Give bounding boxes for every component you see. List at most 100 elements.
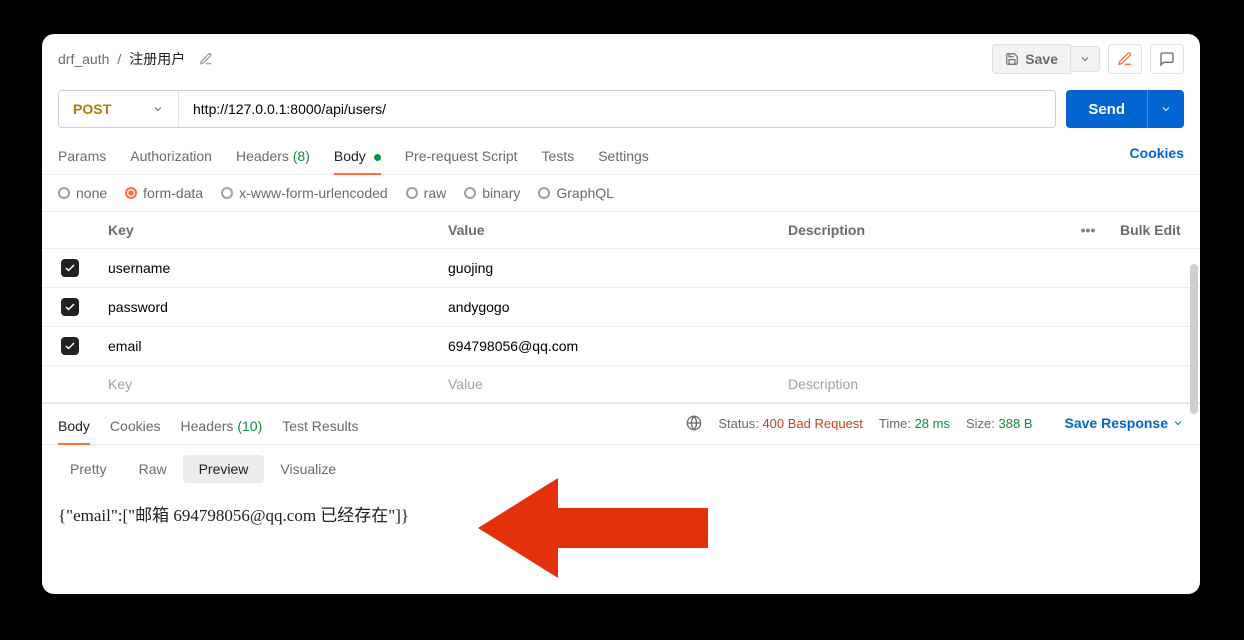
- value-input[interactable]: [448, 260, 768, 276]
- body-type-row: none form-data x-www-form-urlencoded raw…: [42, 175, 1200, 211]
- save-dropdown[interactable]: [1071, 46, 1100, 72]
- chevron-down-icon: [1079, 53, 1091, 65]
- send-dropdown[interactable]: [1147, 90, 1184, 128]
- tab-headers[interactable]: Headers (8): [236, 142, 310, 174]
- radio-raw-label: raw: [424, 185, 447, 201]
- view-preview[interactable]: Preview: [183, 455, 265, 483]
- key-input[interactable]: [108, 260, 428, 276]
- radio-none[interactable]: none: [58, 185, 107, 201]
- edit-button[interactable]: [1108, 44, 1142, 74]
- send-group: Send: [1066, 90, 1184, 128]
- row-checkbox[interactable]: [61, 298, 79, 316]
- view-visualize[interactable]: Visualize: [264, 455, 352, 483]
- radio-graphql-label: GraphQL: [556, 185, 614, 201]
- rename-icon[interactable]: [199, 52, 213, 66]
- radio-binary-label: binary: [482, 185, 520, 201]
- time-label: Time:: [879, 416, 911, 431]
- rtab-body[interactable]: Body: [58, 412, 90, 444]
- size-label: Size:: [966, 416, 995, 431]
- method-dropdown[interactable]: POST: [59, 91, 179, 127]
- key-input[interactable]: [108, 299, 428, 315]
- radio-binary[interactable]: binary: [464, 185, 520, 201]
- tab-settings[interactable]: Settings: [598, 142, 649, 174]
- row-checkbox[interactable]: [61, 337, 79, 355]
- save-button[interactable]: Save: [992, 44, 1071, 74]
- table-row-empty: [42, 366, 1200, 403]
- tab-body[interactable]: Body: [334, 142, 381, 174]
- urlbar-row: POST Send: [42, 82, 1200, 136]
- tab-params[interactable]: Params: [58, 142, 106, 174]
- save-response-label: Save Response: [1065, 415, 1169, 431]
- tab-headers-label: Headers: [236, 148, 289, 164]
- radio-graphql[interactable]: GraphQL: [538, 185, 614, 201]
- size-value: 388 B: [999, 416, 1033, 431]
- radio-none-label: none: [76, 185, 107, 201]
- chevron-down-icon: [1172, 417, 1184, 429]
- bulk-edit-button[interactable]: Bulk Edit: [1110, 212, 1200, 248]
- radio-icon: [221, 187, 233, 199]
- table-body: [42, 249, 1200, 403]
- rtab-headers-label: Headers: [181, 418, 234, 434]
- response-status: Status: 400 Bad Request Time: 28 ms Size…: [686, 415, 1032, 441]
- rtab-headers[interactable]: Headers (10): [181, 412, 263, 444]
- key-input[interactable]: [108, 376, 428, 392]
- check-icon: [64, 340, 76, 352]
- head-value: Value: [438, 212, 778, 248]
- scrollbar[interactable]: [1190, 264, 1198, 414]
- comment-icon: [1159, 51, 1175, 67]
- value-input[interactable]: [448, 299, 768, 315]
- time-value: 28 ms: [915, 416, 950, 431]
- key-input[interactable]: [108, 338, 428, 354]
- radio-xform-label: x-www-form-urlencoded: [239, 185, 388, 201]
- postman-window: drf_auth / 注册用户 Save POST: [42, 34, 1200, 594]
- rtab-testresults[interactable]: Test Results: [282, 412, 358, 444]
- save-response-button[interactable]: Save Response: [1065, 415, 1185, 441]
- url-input[interactable]: [179, 91, 1055, 127]
- desc-input[interactable]: [788, 338, 1056, 354]
- desc-input[interactable]: [788, 376, 1056, 392]
- rtab-headers-count: (10): [237, 418, 262, 434]
- check-icon: [64, 301, 76, 313]
- urlbar: POST: [58, 90, 1056, 128]
- response-body: {"email":["邮箱 694798056@qq.com 已经存在"]}: [42, 493, 1200, 546]
- comment-button[interactable]: [1150, 44, 1184, 74]
- send-button[interactable]: Send: [1066, 90, 1147, 128]
- save-group: Save: [992, 44, 1100, 74]
- save-label: Save: [1025, 51, 1058, 67]
- radio-formdata[interactable]: form-data: [125, 185, 203, 201]
- view-pretty[interactable]: Pretty: [54, 455, 123, 483]
- tab-body-label: Body: [334, 148, 366, 164]
- form-table: Key Value Description ••• Bulk Edit: [42, 211, 1200, 403]
- tab-prerequest[interactable]: Pre-request Script: [405, 142, 518, 174]
- table-header: Key Value Description ••• Bulk Edit: [42, 212, 1200, 249]
- topbar: drf_auth / 注册用户 Save: [42, 34, 1200, 82]
- table-row: [42, 327, 1200, 366]
- cookies-link[interactable]: Cookies: [1130, 145, 1184, 171]
- status-value: 400 Bad Request: [762, 416, 862, 431]
- rtab-cookies[interactable]: Cookies: [110, 412, 161, 444]
- view-raw[interactable]: Raw: [123, 455, 183, 483]
- radio-icon: [464, 187, 476, 199]
- tab-tests[interactable]: Tests: [542, 142, 575, 174]
- desc-input[interactable]: [788, 299, 1056, 315]
- save-icon: [1005, 52, 1019, 66]
- radio-icon: [58, 187, 70, 199]
- desc-input[interactable]: [788, 260, 1056, 276]
- more-columns-button[interactable]: •••: [1066, 212, 1110, 248]
- pencil-icon: [1117, 51, 1133, 67]
- globe-icon[interactable]: [686, 415, 702, 431]
- table-row: [42, 249, 1200, 288]
- breadcrumb-parent[interactable]: drf_auth: [58, 51, 109, 67]
- radio-icon: [406, 187, 418, 199]
- radio-xform[interactable]: x-www-form-urlencoded: [221, 185, 388, 201]
- check-icon: [64, 262, 76, 274]
- status-label: Status:: [718, 416, 758, 431]
- row-checkbox[interactable]: [61, 259, 79, 277]
- breadcrumb-current[interactable]: 注册用户: [129, 49, 185, 69]
- value-input[interactable]: [448, 338, 768, 354]
- radio-raw[interactable]: raw: [406, 185, 447, 201]
- value-input[interactable]: [448, 376, 768, 392]
- tab-authorization[interactable]: Authorization: [130, 142, 212, 174]
- method-label: POST: [73, 101, 111, 117]
- body-indicator-icon: [374, 154, 381, 161]
